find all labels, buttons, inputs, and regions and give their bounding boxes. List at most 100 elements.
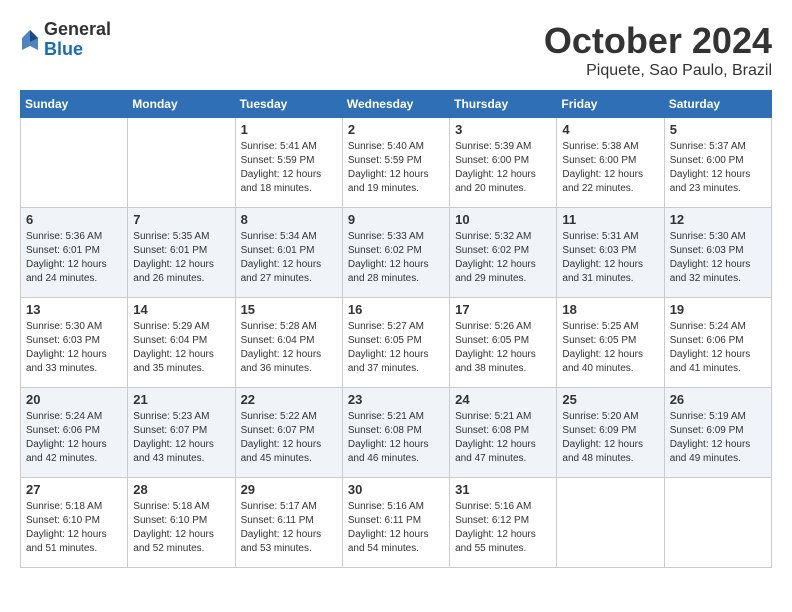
day-number: 23 <box>348 392 444 407</box>
calendar-cell: 23 Sunrise: 5:21 AM Sunset: 6:08 PM Dayli… <box>342 388 449 478</box>
day-info: Sunrise: 5:33 AM Sunset: 6:02 PM Dayligh… <box>348 230 444 286</box>
calendar-week-4: 20 Sunrise: 5:24 AM Sunset: 6:06 PM Dayli… <box>21 388 772 478</box>
calendar-cell: 27 Sunrise: 5:18 AM Sunset: 6:10 PM Dayli… <box>21 478 128 568</box>
calendar-cell: 5 Sunrise: 5:37 AM Sunset: 6:00 PM Daylig… <box>664 118 771 208</box>
day-number: 1 <box>241 122 337 137</box>
day-info: Sunrise: 5:35 AM Sunset: 6:01 PM Dayligh… <box>133 230 229 286</box>
day-number: 10 <box>455 212 551 227</box>
calendar-cell: 2Sunrise: 5:40 AM Sunset: 5:59 PM Daylig… <box>342 118 449 208</box>
page-header: General Blue October 2024 Piquete, Sao P… <box>20 20 772 80</box>
calendar-cell <box>557 478 664 568</box>
logo-text: General Blue <box>44 20 111 60</box>
calendar-cell: 13Sunrise: 5:30 AM Sunset: 6:03 PM Dayli… <box>21 298 128 388</box>
calendar-header: Sunday Monday Tuesday Wednesday Thursday… <box>21 91 772 118</box>
col-saturday: Saturday <box>664 91 771 118</box>
calendar-cell <box>664 478 771 568</box>
calendar-cell: 31Sunrise: 5:16 AM Sunset: 6:12 PM Dayli… <box>450 478 557 568</box>
day-info: Sunrise: 5:37 AM Sunset: 6:00 PM Dayligh… <box>670 140 766 196</box>
day-info: Sunrise: 5:16 AM Sunset: 6:11 PM Dayligh… <box>348 500 444 556</box>
day-number: 8 <box>241 212 337 227</box>
day-number: 6 <box>26 212 122 227</box>
logo-icon <box>20 28 40 52</box>
logo: General Blue <box>20 20 111 60</box>
day-info: Sunrise: 5:23 AM Sunset: 6:07 PM Dayligh… <box>133 410 229 466</box>
title-section: October 2024 Piquete, Sao Paulo, Brazil <box>544 20 772 80</box>
calendar-cell: 22 Sunrise: 5:22 AM Sunset: 6:07 PM Dayli… <box>235 388 342 478</box>
day-number: 31 <box>455 482 551 497</box>
day-number: 22 <box>241 392 337 407</box>
day-number: 4 <box>562 122 658 137</box>
day-info: Sunrise: 5:18 AM Sunset: 6:10 PM Dayligh… <box>26 500 122 556</box>
calendar-week-5: 27 Sunrise: 5:18 AM Sunset: 6:10 PM Dayli… <box>21 478 772 568</box>
day-info: Sunrise: 5:36 AM Sunset: 6:01 PM Dayligh… <box>26 230 122 286</box>
month-title: October 2024 <box>544 20 772 62</box>
day-number: 25 <box>562 392 658 407</box>
day-number: 24 <box>455 392 551 407</box>
calendar-cell: 10 Sunrise: 5:32 AM Sunset: 6:02 PM Dayli… <box>450 208 557 298</box>
calendar-cell: 30Sunrise: 5:16 AM Sunset: 6:11 PM Dayli… <box>342 478 449 568</box>
day-info: Sunrise: 5:24 AM Sunset: 6:06 PM Dayligh… <box>26 410 122 466</box>
calendar-cell: 16 Sunrise: 5:27 AM Sunset: 6:05 PM Dayli… <box>342 298 449 388</box>
calendar-body: 1Sunrise: 5:41 AM Sunset: 5:59 PM Daylig… <box>21 118 772 568</box>
day-number: 11 <box>562 212 658 227</box>
day-info: Sunrise: 5:19 AM Sunset: 6:09 PM Dayligh… <box>670 410 766 466</box>
calendar-week-1: 1Sunrise: 5:41 AM Sunset: 5:59 PM Daylig… <box>21 118 772 208</box>
calendar-cell <box>21 118 128 208</box>
calendar-cell: 15Sunrise: 5:28 AM Sunset: 6:04 PM Dayli… <box>235 298 342 388</box>
location: Piquete, Sao Paulo, Brazil <box>544 62 772 80</box>
day-info: Sunrise: 5:39 AM Sunset: 6:00 PM Dayligh… <box>455 140 551 196</box>
logo-blue: Blue <box>44 40 111 60</box>
day-info: Sunrise: 5:34 AM Sunset: 6:01 PM Dayligh… <box>241 230 337 286</box>
day-info: Sunrise: 5:22 AM Sunset: 6:07 PM Dayligh… <box>241 410 337 466</box>
day-info: Sunrise: 5:25 AM Sunset: 6:05 PM Dayligh… <box>562 320 658 376</box>
col-monday: Monday <box>128 91 235 118</box>
col-tuesday: Tuesday <box>235 91 342 118</box>
calendar-cell: 25 Sunrise: 5:20 AM Sunset: 6:09 PM Dayli… <box>557 388 664 478</box>
calendar-cell: 11 Sunrise: 5:31 AM Sunset: 6:03 PM Dayli… <box>557 208 664 298</box>
calendar-table: Sunday Monday Tuesday Wednesday Thursday… <box>20 90 772 568</box>
day-number: 27 <box>26 482 122 497</box>
header-row: Sunday Monday Tuesday Wednesday Thursday… <box>21 91 772 118</box>
day-number: 14 <box>133 302 229 317</box>
day-info: Sunrise: 5:20 AM Sunset: 6:09 PM Dayligh… <box>562 410 658 466</box>
calendar-cell: 6 Sunrise: 5:36 AM Sunset: 6:01 PM Daylig… <box>21 208 128 298</box>
day-info: Sunrise: 5:21 AM Sunset: 6:08 PM Dayligh… <box>348 410 444 466</box>
calendar-cell: 1Sunrise: 5:41 AM Sunset: 5:59 PM Daylig… <box>235 118 342 208</box>
day-number: 5 <box>670 122 766 137</box>
day-info: Sunrise: 5:26 AM Sunset: 6:05 PM Dayligh… <box>455 320 551 376</box>
day-number: 7 <box>133 212 229 227</box>
calendar-cell: 20 Sunrise: 5:24 AM Sunset: 6:06 PM Dayli… <box>21 388 128 478</box>
day-info: Sunrise: 5:21 AM Sunset: 6:08 PM Dayligh… <box>455 410 551 466</box>
day-info: Sunrise: 5:27 AM Sunset: 6:05 PM Dayligh… <box>348 320 444 376</box>
calendar-cell: 24 Sunrise: 5:21 AM Sunset: 6:08 PM Dayli… <box>450 388 557 478</box>
day-info: Sunrise: 5:31 AM Sunset: 6:03 PM Dayligh… <box>562 230 658 286</box>
day-number: 26 <box>670 392 766 407</box>
day-number: 12 <box>670 212 766 227</box>
day-info: Sunrise: 5:32 AM Sunset: 6:02 PM Dayligh… <box>455 230 551 286</box>
day-number: 21 <box>133 392 229 407</box>
day-info: Sunrise: 5:38 AM Sunset: 6:00 PM Dayligh… <box>562 140 658 196</box>
day-number: 20 <box>26 392 122 407</box>
calendar-cell <box>128 118 235 208</box>
calendar-cell: 8 Sunrise: 5:34 AM Sunset: 6:01 PM Daylig… <box>235 208 342 298</box>
day-info: Sunrise: 5:24 AM Sunset: 6:06 PM Dayligh… <box>670 320 766 376</box>
calendar-cell: 3 Sunrise: 5:39 AM Sunset: 6:00 PM Daylig… <box>450 118 557 208</box>
day-number: 3 <box>455 122 551 137</box>
day-number: 19 <box>670 302 766 317</box>
day-info: Sunrise: 5:29 AM Sunset: 6:04 PM Dayligh… <box>133 320 229 376</box>
day-number: 16 <box>348 302 444 317</box>
day-info: Sunrise: 5:28 AM Sunset: 6:04 PM Dayligh… <box>241 320 337 376</box>
day-info: Sunrise: 5:17 AM Sunset: 6:11 PM Dayligh… <box>241 500 337 556</box>
calendar-cell: 19 Sunrise: 5:24 AM Sunset: 6:06 PM Dayli… <box>664 298 771 388</box>
calendar-cell: 21 Sunrise: 5:23 AM Sunset: 6:07 PM Dayli… <box>128 388 235 478</box>
calendar-cell: 14 Sunrise: 5:29 AM Sunset: 6:04 PM Dayli… <box>128 298 235 388</box>
calendar-cell: 4 Sunrise: 5:38 AM Sunset: 6:00 PM Daylig… <box>557 118 664 208</box>
day-info: Sunrise: 5:30 AM Sunset: 6:03 PM Dayligh… <box>670 230 766 286</box>
col-wednesday: Wednesday <box>342 91 449 118</box>
day-info: Sunrise: 5:18 AM Sunset: 6:10 PM Dayligh… <box>133 500 229 556</box>
day-number: 17 <box>455 302 551 317</box>
calendar-week-3: 13Sunrise: 5:30 AM Sunset: 6:03 PM Dayli… <box>21 298 772 388</box>
calendar-cell: 12 Sunrise: 5:30 AM Sunset: 6:03 PM Dayli… <box>664 208 771 298</box>
calendar-cell: 9Sunrise: 5:33 AM Sunset: 6:02 PM Daylig… <box>342 208 449 298</box>
day-info: Sunrise: 5:30 AM Sunset: 6:03 PM Dayligh… <box>26 320 122 376</box>
